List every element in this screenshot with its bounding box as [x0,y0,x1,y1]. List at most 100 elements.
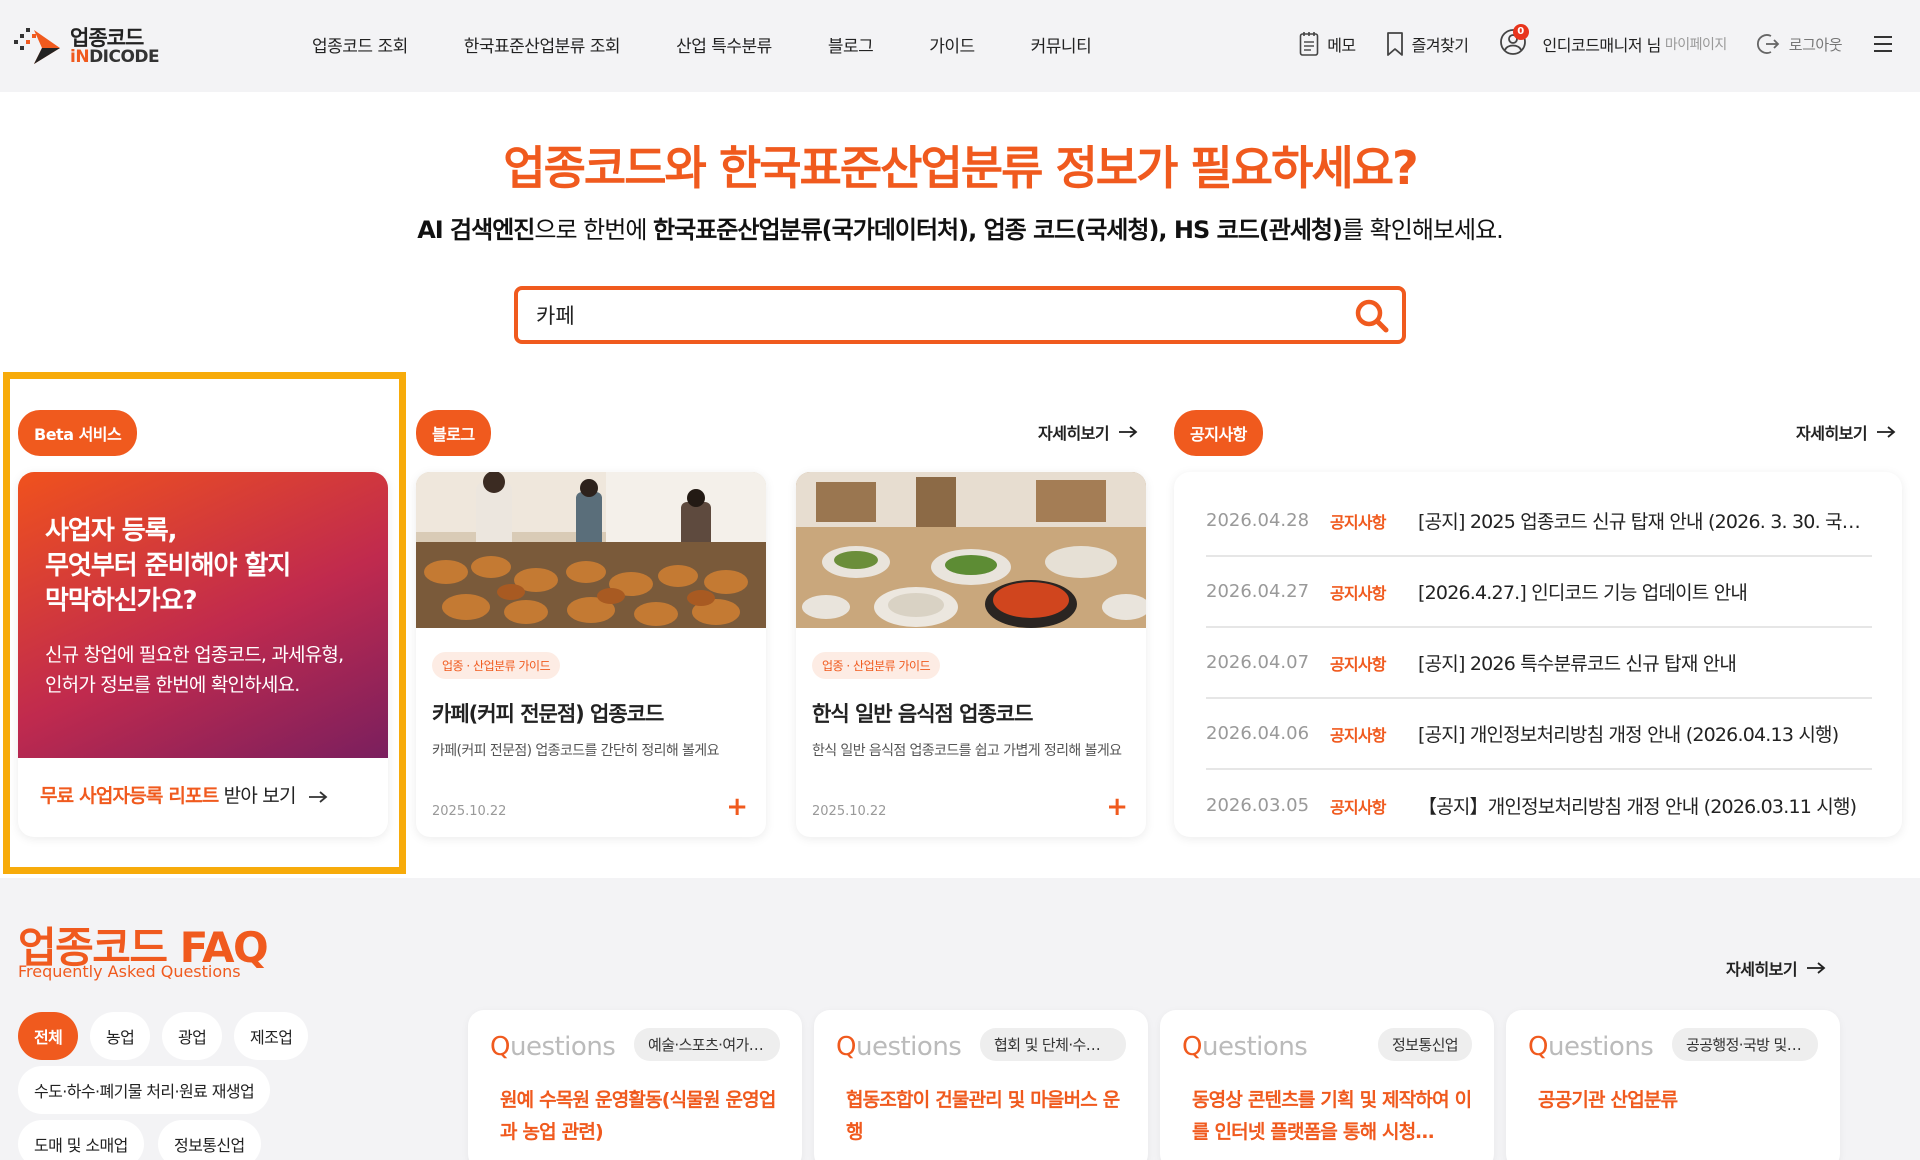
menu-icon [1874,36,1892,52]
memo-label: 메모 [1327,36,1356,55]
korean-food-image [796,472,1146,628]
notice-category: 공지사항 [1330,797,1386,817]
faq-card[interactable]: Questions 예술·스포츠·여가관련 서비스업 원예 수목원 운영활동(식… [468,1010,802,1160]
hero-title: 업종코드와 한국표준산업분류 정보가 필요하세요? [503,141,1418,195]
notice-title: [공지] 개인정보처리방침 개정 안내 (2026.04.13 시행) [1418,724,1839,746]
memo-button[interactable]: 메모 [1299,31,1356,57]
notice-row[interactable]: 2026.04.06 공지사항 [공지] 개인정보처리방침 개정 안내 (202… [1206,699,1872,770]
bookmark-label: 즐겨찾기 [1411,36,1469,55]
search-button[interactable] [1352,296,1392,336]
cafe-bakery-image [416,472,766,628]
site-header: 업종코드 iNDICODE 업종코드 조회 한국표준산업분류 조회 산업 특수분… [0,0,1920,92]
faq-question: 원예 수목원 운영활동(식물원 운영업과 농업 관련) [500,1089,776,1143]
blog-tag: 업종 · 산업분류 가이드 [432,652,561,679]
memo-icon [1299,32,1319,56]
search-input[interactable] [536,300,1316,330]
faq-category: 협회 및 단체·수리 및 기타 개인 서비스업 [980,1028,1126,1061]
q-label: Questions [490,1032,616,1062]
faq-category: 공공행정·국방 및 사회보장 행정 [1672,1028,1818,1061]
notice-row[interactable]: 2026.04.27 공지사항 [2026.4.27.] 인디코드 기능 업데이… [1206,557,1872,628]
notification-badge: 0 [1512,24,1529,40]
faq-chip-water-waste[interactable]: 수도·하수·폐기물 처리·원료 재생업 [18,1066,271,1114]
notice-row[interactable]: 2026.03.05 공지사항 【공지】개인정보처리방침 개정 안내 (2026… [1206,770,1872,841]
notice-date: 2026.04.07 [1206,652,1310,673]
beta-service-card[interactable]: 사업자 등록, 무엇부터 준비해야 할지 막막하신가요? 신규 창업에 필요한 … [18,472,388,837]
nav-item-industry-code[interactable]: 업종코드 조회 [312,32,408,57]
faq-question: 협동조합이 건물관리 및 마을버스 운행 [846,1089,1120,1143]
search-icon [1355,299,1389,333]
logo[interactable]: 업종코드 iNDICODE [12,22,162,70]
faq-card[interactable]: Questions 정보통신업 동영상 콘텐츠를 기획 및 제작하여 이를 인터… [1160,1010,1494,1160]
notice-date: 2026.03.05 [1206,795,1310,816]
blog-description: 한식 일반 음식점 업종코드를 쉽고 가볍게 정리해 볼게요 [812,743,1122,759]
faq-chip-all[interactable]: 전체 [18,1012,79,1060]
beta-badge: Beta 서비스 [18,410,138,456]
faq-chip-mining[interactable]: 광업 [162,1012,223,1060]
notice-title: [2026.4.27.] 인디코드 기능 업데이트 안내 [1418,582,1748,604]
faq-more-link[interactable]: 자세히보기 [1726,956,1827,980]
bookmark-icon [1386,32,1403,56]
arrow-right-icon [1807,962,1826,974]
bookmark-button[interactable]: 즐겨찾기 [1386,31,1469,57]
faq-chip-wholesale-retail[interactable]: 도매 및 소매업 [18,1120,144,1160]
notice-more-link[interactable]: 자세히보기 [1796,420,1897,444]
notice-category: 공지사항 [1330,654,1386,674]
main-nav: 업종코드 조회 한국표준산업분류 조회 산업 특수분류 블로그 가이드 커뮤니티 [312,32,1147,57]
blog-date: 2025.10.22 [432,804,507,819]
nav-item-ksic[interactable]: 한국표준산업분류 조회 [464,32,621,57]
blog-badge: 블로그 [416,410,491,456]
faq-subtitle: Frequently Asked Questions [18,962,241,981]
notice-title: [공지] 2025 업종코드 신규 탑재 안내 (2026. 3. 30. 국세… [1418,511,1872,533]
faq-question: 동영상 콘텐츠를 기획 및 제작하여 이를 인터넷 플랫폼을 통해 시청… [1192,1089,1472,1143]
notice-row[interactable]: 2026.04.28 공지사항 [공지] 2025 업종코드 신규 탑재 안내 … [1206,486,1872,557]
logout-label: 로그아웃 [1788,35,1843,54]
plus-icon[interactable]: + [1106,792,1128,822]
blog-title: 카페(커피 전문점) 업종코드 [432,702,664,726]
faq-chip-agriculture[interactable]: 농업 [90,1012,151,1060]
search-bar [514,286,1406,344]
blog-date: 2025.10.22 [812,804,887,819]
hero-subtitle: AI 검색엔진으로 한번에 한국표준산업분류(국가데이터처), 업종 코드(국세… [417,216,1504,244]
user-menu[interactable]: 0 인디코드매니저 님 마이페이지 [1499,24,1727,60]
nav-item-blog[interactable]: 블로그 [828,32,874,57]
logo-mark-icon [14,28,60,64]
faq-question: 공공기관 산업분류 [1538,1089,1678,1111]
nav-item-guide[interactable]: 가이드 [929,32,975,57]
arrow-right-icon [1877,426,1896,438]
faq-card[interactable]: Questions 공공행정·국방 및 사회보장 행정 공공기관 산업분류 [1506,1010,1840,1160]
notice-date: 2026.04.06 [1206,723,1310,744]
notice-title: 【공지】개인정보처리방침 개정 안내 (2026.03.11 시행) [1418,796,1857,818]
logo-subtext: iNDICODE [70,47,160,67]
notice-list: 2026.04.28 공지사항 [공지] 2025 업종코드 신규 탑재 안내 … [1174,472,1902,837]
notice-badge: 공지사항 [1174,410,1263,456]
utility-menu: 메모 즐겨찾기 0 인디코드매니저 님 마이페이지 로그아웃 [1269,24,1902,60]
mypage-link[interactable]: 마이페이지 [1665,34,1727,54]
logout-icon [1756,34,1780,54]
blog-card[interactable]: 업종 · 산업분류 가이드 카페(커피 전문점) 업종코드 카페(커피 전문점)… [416,472,766,837]
user-name: 인디코드매니저 님 [1542,36,1662,55]
plus-icon[interactable]: + [726,792,748,822]
blog-description: 카페(커피 전문점) 업종코드를 간단히 정리해 볼게요 [432,743,719,759]
menu-button[interactable] [1872,34,1902,54]
notice-category: 공지사항 [1330,583,1386,603]
avatar: 0 [1499,24,1535,60]
blog-tag: 업종 · 산업분류 가이드 [812,652,941,679]
blog-card[interactable]: 업종 · 산업분류 가이드 한식 일반 음식점 업종코드 한식 일반 음식점 업… [796,472,1146,837]
nav-item-community[interactable]: 커뮤니티 [1031,32,1092,57]
faq-category: 정보통신업 [1377,1028,1472,1061]
logout-button[interactable]: 로그아웃 [1756,32,1843,56]
q-label: Questions [1182,1032,1308,1062]
faq-card[interactable]: Questions 협회 및 단체·수리 및 기타 개인 서비스업 협동조합이 … [814,1010,1148,1160]
blog-title: 한식 일반 음식점 업종코드 [812,702,1033,726]
faq-chip-manufacturing[interactable]: 제조업 [234,1012,309,1060]
free-report-link[interactable]: 무료 사업자등록 리포트 받아 보기 [40,781,329,808]
beta-banner: 사업자 등록, 무엇부터 준비해야 할지 막막하신가요? 신규 창업에 필요한 … [18,472,388,758]
blog-more-link[interactable]: 자세히보기 [1038,420,1139,444]
notice-title: [공지] 2026 특수분류코드 신규 탑재 안내 [1418,653,1737,675]
notice-row[interactable]: 2026.04.07 공지사항 [공지] 2026 특수분류코드 신규 탑재 안… [1206,628,1872,699]
nav-item-special-classification[interactable]: 산업 특수분류 [676,32,772,57]
beta-description: 신규 창업에 필요한 업종코드, 과세유형, 인허가 정보를 한번에 확인하세요… [45,644,344,696]
notice-date: 2026.04.27 [1206,581,1310,602]
faq-chip-ict[interactable]: 정보통신업 [158,1120,261,1160]
arrow-right-icon [308,790,328,803]
